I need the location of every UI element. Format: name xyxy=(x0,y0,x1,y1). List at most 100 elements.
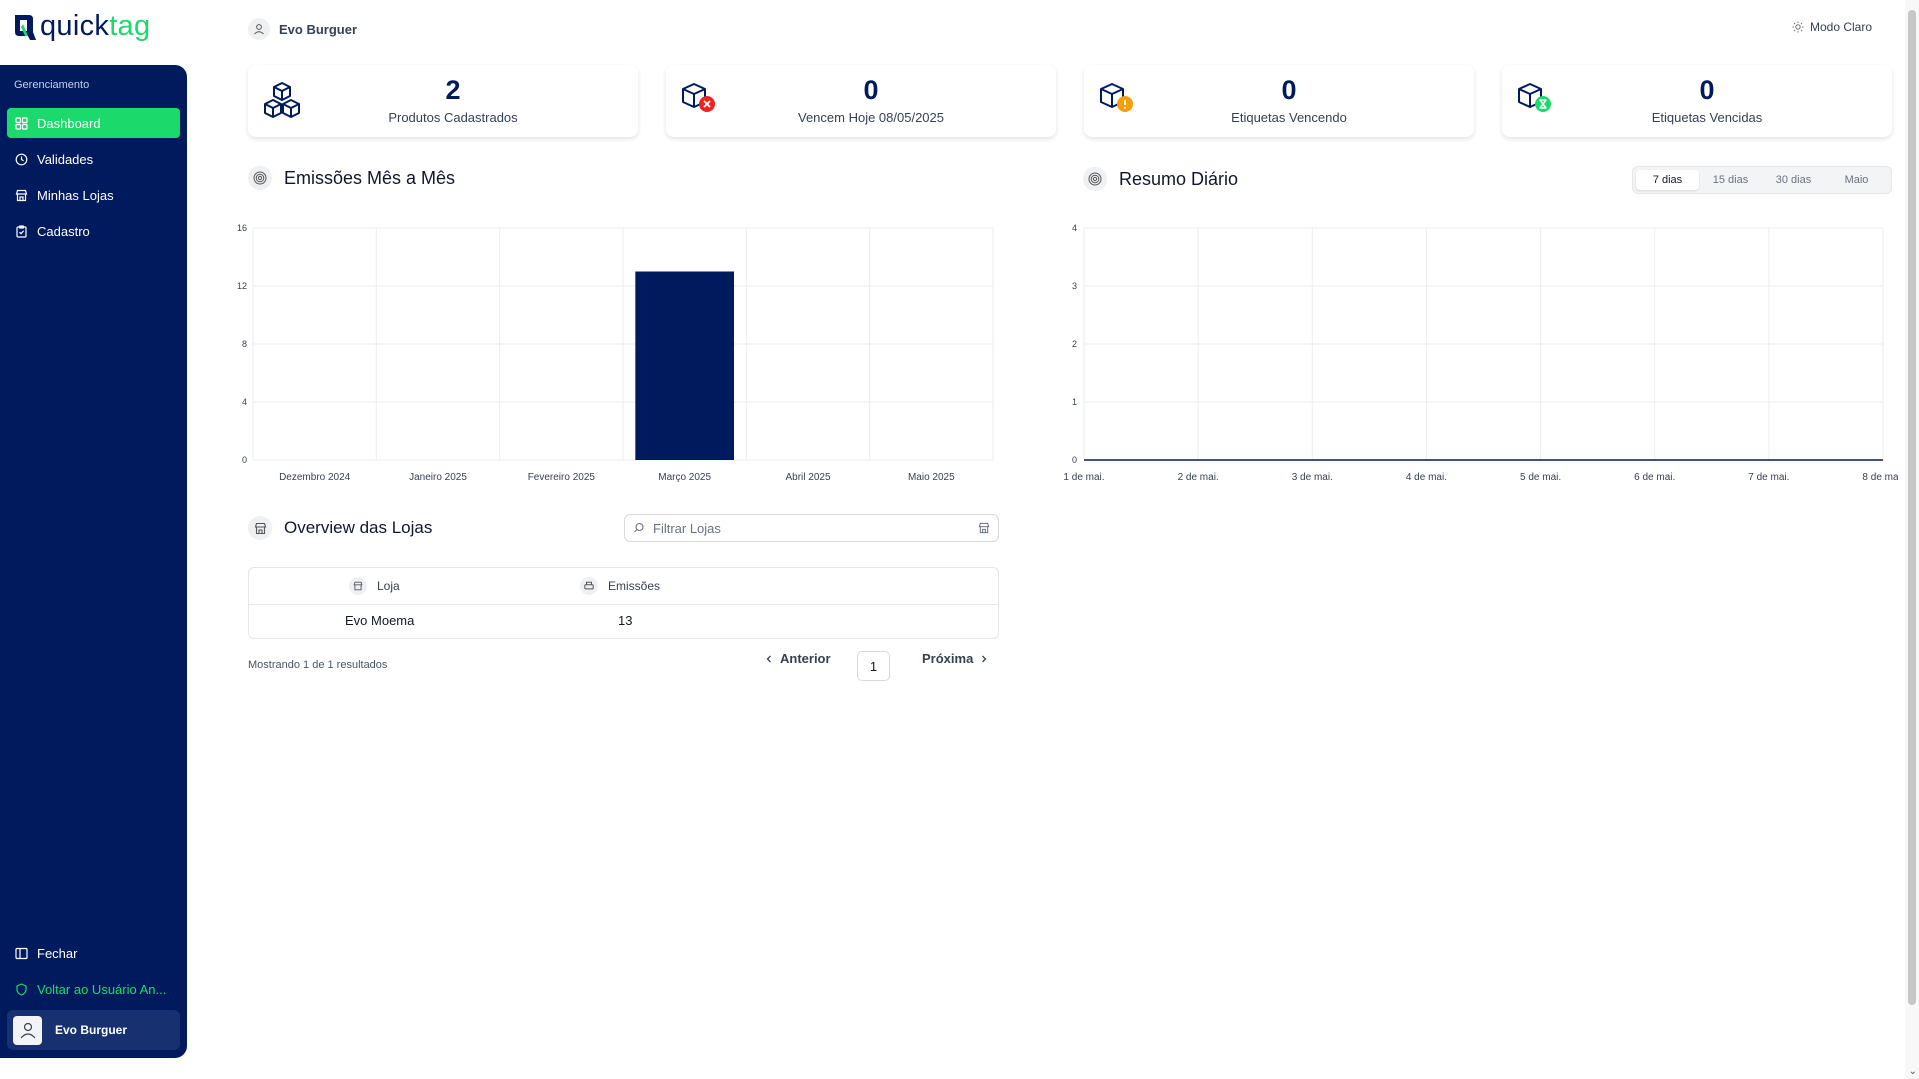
section-title: Emissões Mês a Mês xyxy=(284,167,456,188)
clipboard-icon xyxy=(16,224,27,238)
stat-value: 2 xyxy=(445,75,461,105)
prev-label: Anterior xyxy=(780,651,831,666)
search-icon xyxy=(634,522,644,533)
quicktag-logo[interactable]: quicktag xyxy=(12,10,150,43)
x-tick-label: Janeiro 2025 xyxy=(409,472,467,483)
filter-stores xyxy=(624,514,999,542)
table-header: Loja Emissões xyxy=(249,568,998,605)
y-tick-label: 4 xyxy=(1072,223,1077,233)
x-tick-label: Fevereiro 2025 xyxy=(528,472,596,483)
sidebar-user-name: Evo Burguer xyxy=(55,1023,128,1037)
clock-icon xyxy=(15,153,28,165)
y-tick-label: 12 xyxy=(237,281,247,291)
pagination-page-1[interactable]: 1 xyxy=(857,651,890,681)
x-tick-label: Dezembro 2024 xyxy=(279,472,351,483)
sidebar-item-validades[interactable]: Validades xyxy=(7,144,180,174)
section-title: Resumo Diário xyxy=(1119,168,1239,189)
monthly-emissions-header: Emissões Mês a Mês xyxy=(248,166,455,190)
stat-label: Etiquetas Vencendo xyxy=(1231,110,1347,125)
sidebar-close-button[interactable]: Fechar xyxy=(7,938,180,968)
sidebar-nav: Dashboard Validades Minhas Lojas Cadastr… xyxy=(7,108,180,252)
section-title: Overview das Lojas xyxy=(284,518,433,537)
chevron-left-icon xyxy=(766,655,771,662)
x-tick-label: 5 de mai. xyxy=(1520,472,1561,483)
tab-7-dias[interactable]: 7 dias xyxy=(1636,170,1699,190)
target-icon xyxy=(248,166,272,190)
scrollbar-thumb[interactable] xyxy=(1908,10,1916,1005)
user-icon xyxy=(20,1022,35,1039)
y-tick-label: 8 xyxy=(242,339,247,349)
tab-maio[interactable]: Maio xyxy=(1825,170,1888,190)
stores-table: Loja Emissões Evo Moema 13 xyxy=(248,567,999,639)
stat-label: Vencem Hoje 08/05/2025 xyxy=(798,110,944,125)
logo-tag: tag xyxy=(109,10,151,42)
stat-value: 0 xyxy=(1699,75,1715,105)
sidebar-item-label: Cadastro xyxy=(37,223,90,239)
stores-overview-header: Overview das Lojas xyxy=(248,516,432,540)
store-icon xyxy=(978,522,990,534)
sidebar-item-label: Dashboard xyxy=(37,115,101,131)
stat-value: 0 xyxy=(1281,75,1297,105)
x-tick-label: Abril 2025 xyxy=(785,472,830,483)
sidebar-item-dashboard[interactable]: Dashboard xyxy=(7,108,180,138)
column-header-emissoes[interactable]: Emissões xyxy=(580,577,660,595)
sidebar-user-card[interactable]: Evo Burguer xyxy=(7,1010,180,1050)
range-tabs: 7 dias 15 dias 30 dias Maio xyxy=(1632,166,1892,194)
sidebar-item-cadastro[interactable]: Cadastro xyxy=(7,216,180,246)
sidebar-bottom: Fechar Voltar ao Usuário An... Evo Burgu… xyxy=(7,938,180,1058)
dashboard-grid-icon xyxy=(15,116,28,130)
theme-toggle[interactable]: Modo Claro xyxy=(1792,20,1872,34)
x-tick-label: 4 de mai. xyxy=(1406,472,1447,483)
stat-label: Etiquetas Vencidas xyxy=(1651,110,1763,125)
current-user[interactable]: Evo Burguer xyxy=(248,18,357,40)
sidebar-item-label: Validades xyxy=(37,151,94,167)
x-tick-label: 3 de mai. xyxy=(1292,472,1333,483)
bar xyxy=(635,271,734,460)
scroll-down-icon[interactable]: ⌄ xyxy=(1909,1066,1917,1077)
pagination-prev-button[interactable]: Anterior xyxy=(764,651,831,666)
target-icon xyxy=(1083,167,1107,191)
y-tick-label: 4 xyxy=(242,397,247,407)
current-user-name: Evo Burguer xyxy=(279,21,358,37)
y-tick-label: 3 xyxy=(1072,281,1077,291)
quicktag-mark-icon xyxy=(15,14,36,40)
sidebar: Gerenciamento Dashboard Validades Minhas… xyxy=(0,65,187,1058)
y-tick-label: 0 xyxy=(242,455,247,465)
tab-15-dias[interactable]: 15 dias xyxy=(1699,170,1762,190)
logo-quick: quick xyxy=(40,10,110,42)
x-tick-label: 1 de mai. xyxy=(1063,472,1104,483)
daily-summary-chart: 0 1 2 3 4 1 de mai. 2 de mai. 3 de mai. 4 de mai… xyxy=(1063,223,1898,483)
chevron-right-icon xyxy=(982,655,987,662)
table-row[interactable]: Evo Moema 13 xyxy=(249,605,998,638)
store-icon xyxy=(15,189,28,201)
y-tick-label: 2 xyxy=(1072,339,1077,349)
tab-30-dias[interactable]: 30 dias xyxy=(1762,170,1825,190)
sidebar-back-user-label: Voltar ao Usuário An... xyxy=(37,981,167,997)
y-tick-label: 16 xyxy=(237,223,247,233)
printer-icon xyxy=(580,577,598,595)
x-tick-label: 2 de mai. xyxy=(1178,472,1219,483)
column-header-loja[interactable]: Loja xyxy=(349,577,400,595)
sun-icon xyxy=(1792,21,1804,33)
pagination-next-button[interactable]: Próxima xyxy=(922,651,989,666)
results-count: Mostrando 1 de 1 resultados xyxy=(248,659,388,671)
sidebar-back-user-button[interactable]: Voltar ao Usuário An... xyxy=(7,974,180,1004)
shield-icon xyxy=(16,982,27,996)
stat-card-products: 2 Produtos Cadastrados xyxy=(248,65,638,137)
sidebar-item-label: Minhas Lojas xyxy=(37,187,114,203)
stat-card-expiring-labels: 0 Etiquetas Vencendo xyxy=(1084,65,1474,137)
x-tick-label: 6 de mai. xyxy=(1634,472,1675,483)
page-scrollbar[interactable]: ⌄ xyxy=(1905,0,1919,1079)
x-tick-label: 8 de mai. xyxy=(1862,472,1898,483)
sidebar-close-label: Fechar xyxy=(37,945,78,961)
logo-wordmark: quicktag xyxy=(40,10,150,43)
x-tick-label: 7 de mai. xyxy=(1748,472,1789,483)
stat-card-expire-today: 0 Vencem Hoje 08/05/2025 xyxy=(666,65,1056,137)
x-tick-label: Maio 2025 xyxy=(908,472,955,483)
cell-emissions: 13 xyxy=(618,613,633,628)
filter-stores-input[interactable] xyxy=(653,520,970,536)
theme-label: Modo Claro xyxy=(1809,20,1872,34)
monthly-emissions-chart: 0 4 8 12 16 Dezembro 2024 Janeiro 2025 Fevereir… xyxy=(237,223,994,483)
store-icon xyxy=(248,516,272,540)
sidebar-item-minhas-lojas[interactable]: Minhas Lojas xyxy=(7,180,180,210)
